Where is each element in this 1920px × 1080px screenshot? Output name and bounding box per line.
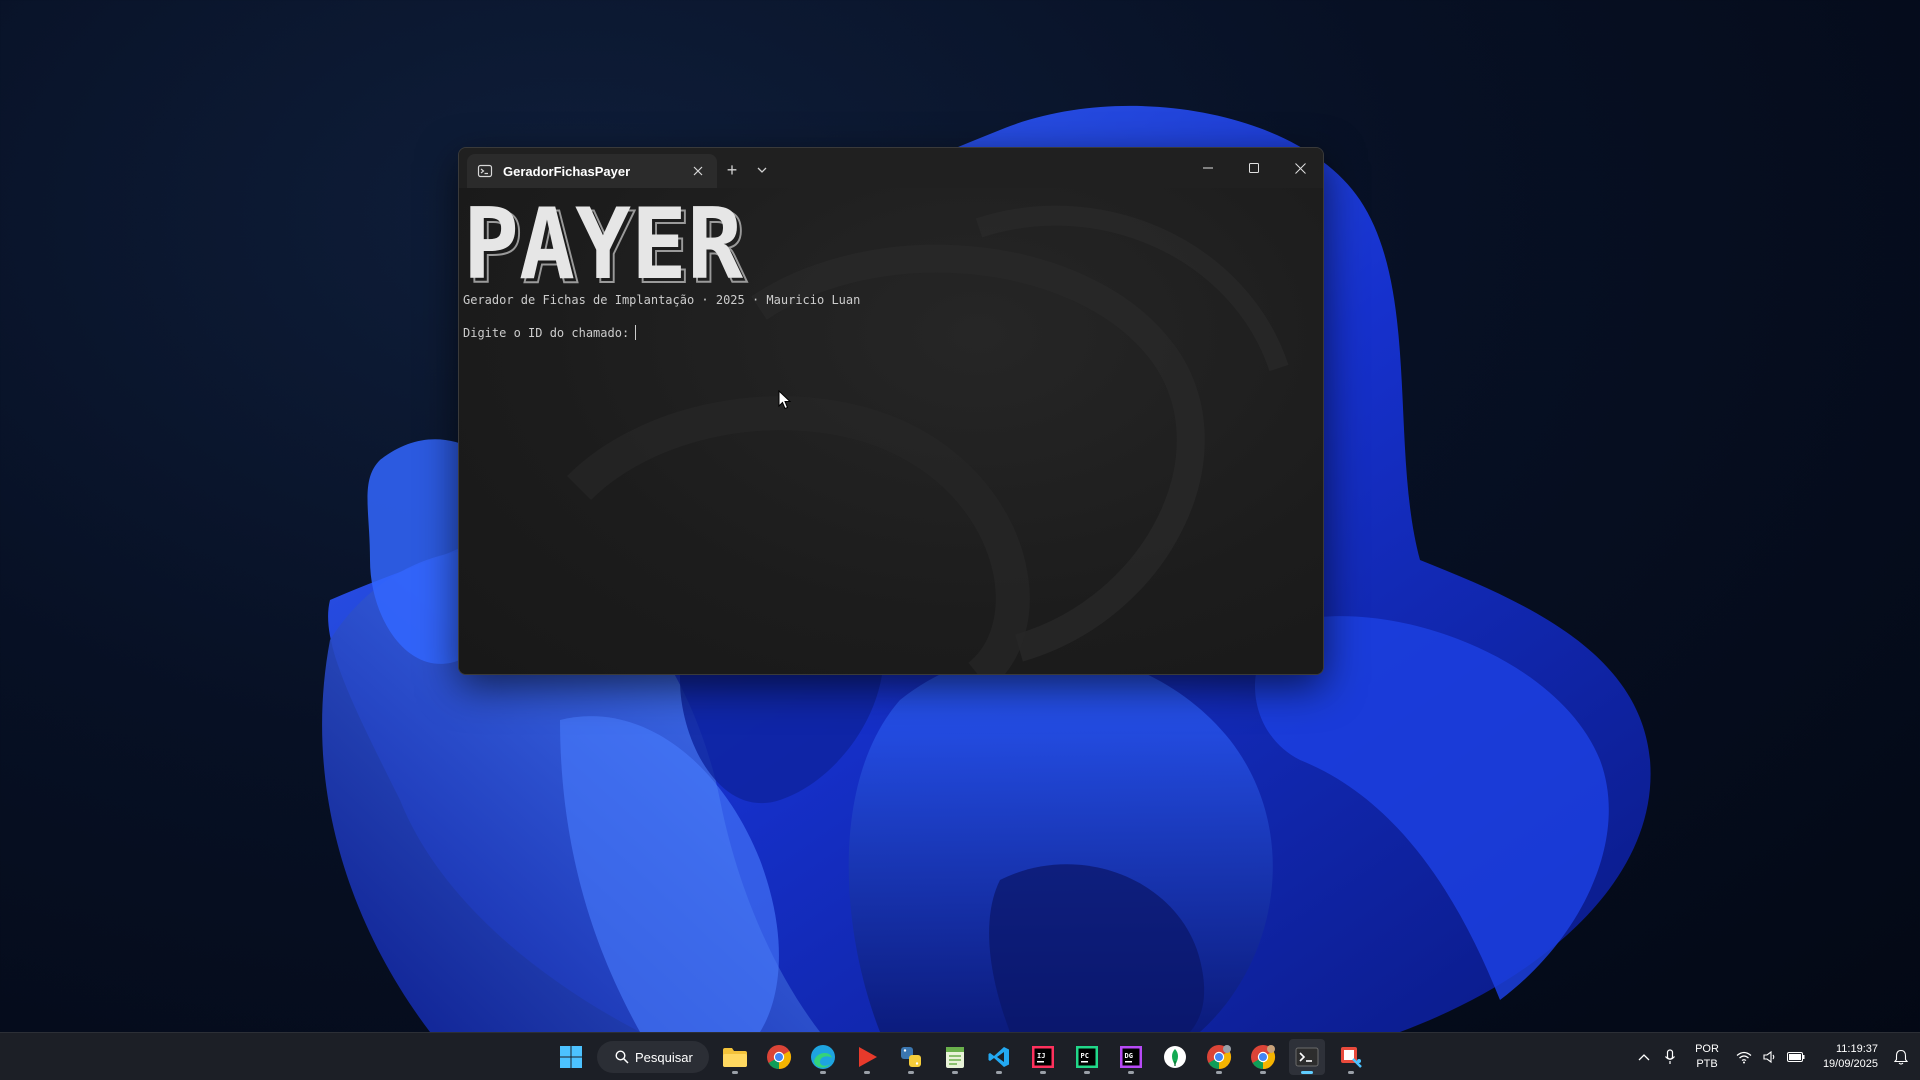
battery-icon: [1786, 1052, 1805, 1062]
taskbar-app-intellij[interactable]: IJ: [1025, 1039, 1061, 1075]
taskbar: Pesquisar IJ PC DG POR PTB 11:19:37 19/0…: [0, 1032, 1920, 1080]
taskbar-app-pycharm[interactable]: PC: [1069, 1039, 1105, 1075]
system-tray: POR PTB 11:19:37 19/09/2025: [1631, 1033, 1920, 1080]
minimize-button[interactable]: [1185, 148, 1231, 188]
folder-icon: [723, 1048, 747, 1067]
taskbar-search[interactable]: Pesquisar: [597, 1041, 709, 1073]
running-indicator: [1128, 1071, 1134, 1074]
mouse-pointer-icon: [778, 390, 792, 410]
taskbar-app-vscode[interactable]: [981, 1039, 1017, 1075]
start-button[interactable]: [553, 1039, 589, 1075]
microphone-button[interactable]: [1657, 1041, 1683, 1073]
taskbar-app-terminal[interactable]: [1289, 1039, 1325, 1075]
windows-icon: [560, 1046, 582, 1068]
network-button[interactable]: [1731, 1041, 1757, 1073]
running-indicator: [1216, 1071, 1222, 1074]
running-indicator: [732, 1071, 738, 1074]
volume-button[interactable]: [1757, 1041, 1783, 1073]
taskbar-app-mongodb-compass[interactable]: [1157, 1039, 1193, 1075]
svg-text:DG: DG: [1125, 1052, 1133, 1060]
notifications-button[interactable]: [1888, 1041, 1914, 1073]
notification-bell-icon: [1894, 1049, 1908, 1065]
clock-date: 19/09/2025: [1822, 1058, 1878, 1070]
taskbar-app-chrome-profile-1[interactable]: [1201, 1039, 1237, 1075]
intellij-icon: IJ: [1032, 1046, 1054, 1068]
chevron-up-icon: [1638, 1054, 1650, 1061]
taskbar-app-file-explorer[interactable]: [717, 1039, 753, 1075]
running-indicator: [908, 1071, 914, 1074]
active-indicator: [1301, 1071, 1313, 1074]
prompt-label: Digite o ID do chamado:: [463, 325, 630, 340]
search-label: Pesquisar: [635, 1049, 693, 1065]
title-bar[interactable]: GeradorFichasPayer +: [459, 148, 1323, 188]
new-tab-button[interactable]: +: [717, 155, 747, 185]
chevron-down-icon: [757, 167, 767, 173]
svg-text:IJ: IJ: [1037, 1052, 1045, 1060]
taskbar-app-chrome-profile-2[interactable]: [1245, 1039, 1281, 1075]
wifi-icon: [1736, 1051, 1752, 1063]
terminal-tab-icon: [477, 163, 493, 179]
input-language-indicator[interactable]: POR PTB: [1695, 1042, 1719, 1072]
chrome-icon: [767, 1045, 792, 1069]
speaker-icon: [1763, 1050, 1775, 1064]
tab-title: GeradorFichasPayer: [503, 163, 631, 179]
notepad-icon: [946, 1047, 964, 1068]
clock-time: 11:19:37: [1835, 1043, 1878, 1055]
terminal-icon: [1295, 1047, 1319, 1067]
maximize-icon: [1249, 163, 1259, 173]
running-indicator: [864, 1071, 870, 1074]
taskbar-app-datagrip[interactable]: DG: [1113, 1039, 1149, 1075]
datagrip-icon: DG: [1120, 1046, 1142, 1068]
running-indicator: [1260, 1071, 1266, 1074]
minimize-icon: [1203, 167, 1213, 169]
svg-text:PC: PC: [1081, 1052, 1089, 1060]
running-indicator: [1040, 1071, 1046, 1074]
banner-text: PAYER: [463, 198, 743, 290]
microphone-icon: [1665, 1049, 1676, 1064]
play-icon: [859, 1047, 877, 1067]
taskbar-app-chrome[interactable]: [761, 1039, 797, 1075]
taskbar-app-media-player[interactable]: [849, 1039, 885, 1075]
chrome-icon: [1251, 1045, 1276, 1069]
vscode-icon: [988, 1047, 1009, 1067]
maximize-button[interactable]: [1231, 148, 1277, 188]
tab-dropdown-button[interactable]: [747, 155, 777, 185]
id-prompt-line[interactable]: Digite o ID do chamado:: [463, 325, 637, 340]
tab-close-icon[interactable]: [689, 162, 707, 180]
running-indicator: [952, 1071, 958, 1074]
chrome-icon: [1207, 1045, 1232, 1069]
search-icon: [615, 1050, 629, 1064]
running-indicator: [996, 1071, 1002, 1074]
taskbar-apps: Pesquisar IJ PC DG: [553, 1033, 1369, 1080]
running-indicator: [1348, 1071, 1354, 1074]
terminal-content[interactable]: PAYER PAYER Gerador de Fichas de Implant…: [459, 188, 1323, 674]
snipping-icon: [1341, 1047, 1362, 1068]
taskbar-app-python[interactable]: [893, 1039, 929, 1075]
subtitle-line: Gerador de Fichas de Implantação · 2025 …: [463, 293, 861, 307]
terminal-window[interactable]: GeradorFichasPayer + PAYER PAYER Gerador…: [458, 147, 1324, 675]
battery-button[interactable]: [1783, 1041, 1809, 1073]
edge-icon: [811, 1045, 835, 1069]
running-indicator: [820, 1071, 826, 1074]
taskbar-app-notepad[interactable]: [937, 1039, 973, 1075]
taskbar-app-snipping-tool[interactable]: [1333, 1039, 1369, 1075]
payer-ascii-banner: PAYER PAYER: [463, 198, 748, 290]
language-code: POR: [1695, 1043, 1719, 1055]
keyboard-layout: PTB: [1696, 1058, 1718, 1070]
leaf-icon: [1164, 1046, 1186, 1068]
pycharm-icon: PC: [1076, 1046, 1098, 1068]
running-indicator: [1084, 1071, 1090, 1074]
text-cursor: [635, 325, 637, 340]
tab-gerador-fichas-payer[interactable]: GeradorFichasPayer: [467, 154, 717, 188]
python-icon: [901, 1047, 921, 1067]
close-button[interactable]: [1277, 148, 1323, 188]
clock[interactable]: 11:19:37 19/09/2025: [1823, 1042, 1878, 1072]
close-icon: [1294, 162, 1306, 174]
show-hidden-icons-button[interactable]: [1631, 1041, 1657, 1073]
taskbar-app-edge[interactable]: [805, 1039, 841, 1075]
